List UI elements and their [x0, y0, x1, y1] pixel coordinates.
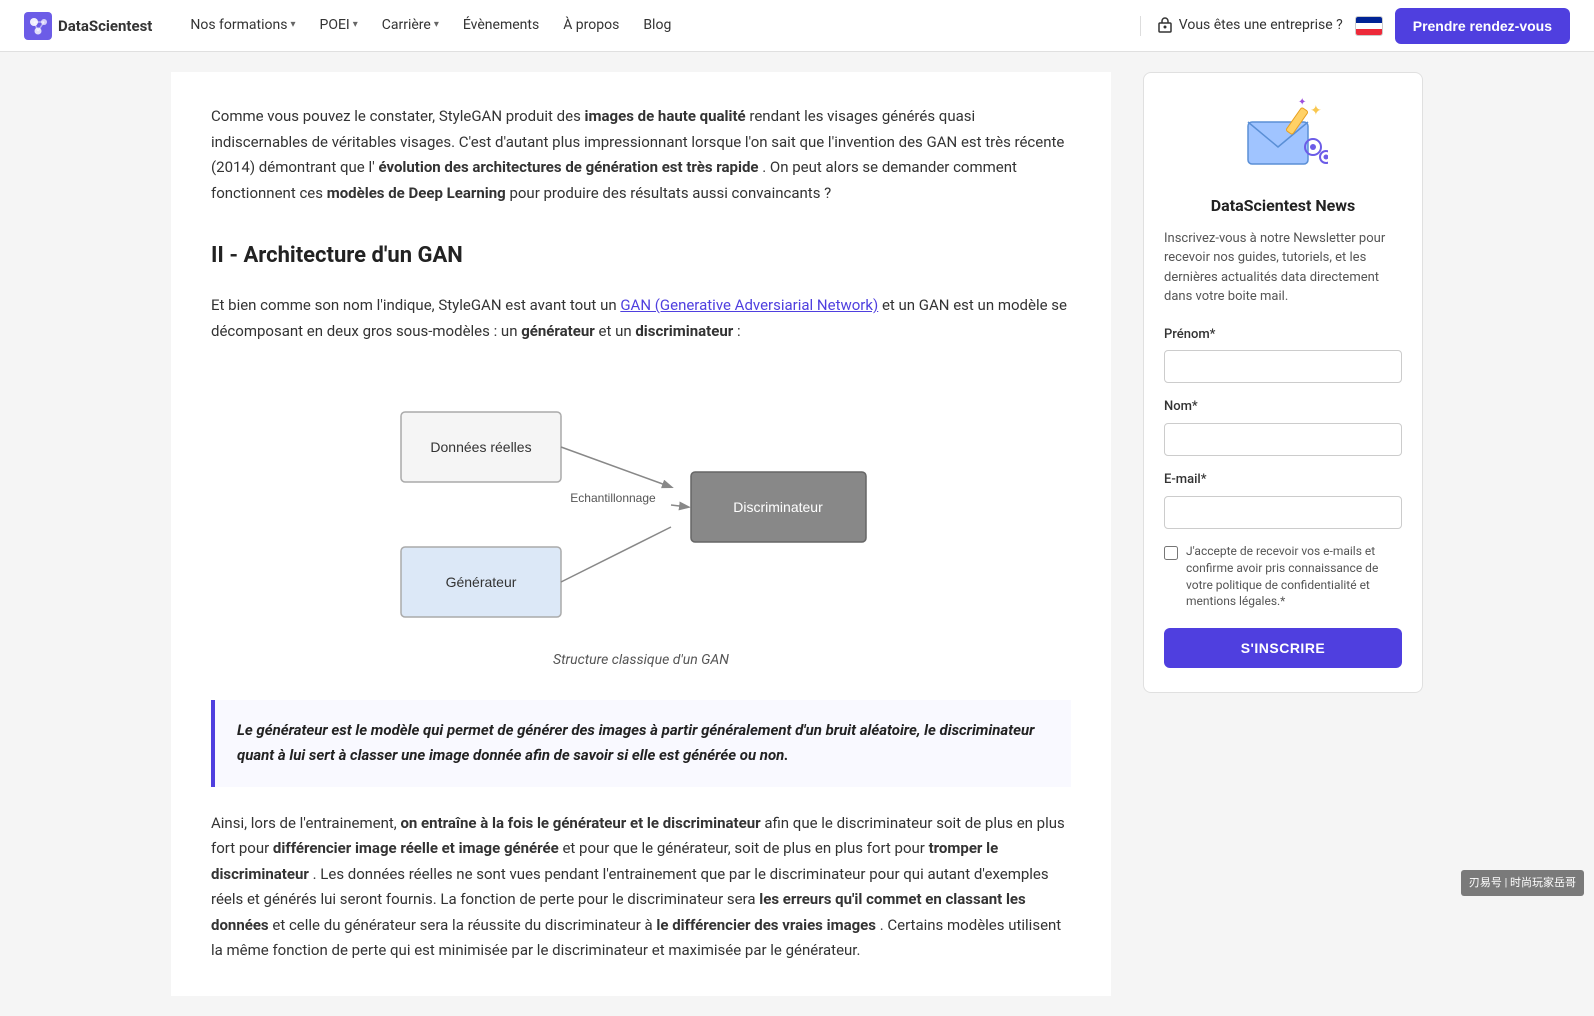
quote-block: Le générateur est le modèle qui permet d…	[211, 700, 1071, 787]
b-text-5: et celle du générateur sera la réussite …	[272, 916, 656, 934]
s2-bold-1: générateur	[521, 322, 595, 340]
nav-apropos[interactable]: À propos	[553, 8, 629, 42]
s2-bold-2: discriminateur	[635, 322, 733, 340]
quote-text: Le générateur est le modèle qui permet d…	[237, 721, 1034, 765]
section2-title: II - Architecture d'un GAN	[211, 238, 1071, 273]
b-text-3: et pour que le générateur, soit de plus …	[562, 839, 928, 857]
navbar: DataScientest Nos formations ▾ POEI ▾ Ca…	[0, 0, 1594, 52]
page-wrapper: Comme vous pouvez le constater, StyleGAN…	[147, 52, 1447, 1016]
poei-chevron-icon: ▾	[353, 17, 358, 33]
intro-paragraph: Comme vous pouvez le constater, StyleGAN…	[211, 104, 1071, 206]
nav-poei[interactable]: POEI ▾	[310, 8, 368, 42]
carriere-chevron-icon: ▾	[434, 17, 439, 33]
email-input[interactable]	[1164, 496, 1402, 529]
newsletter-icon-area: ✦ ✦	[1164, 97, 1402, 177]
s2-text-3: et un	[598, 322, 635, 340]
nav-right: Vous êtes une entreprise ? Prendre rende…	[1157, 8, 1570, 44]
enterprise-icon	[1157, 17, 1173, 33]
prenom-label: Prénom*	[1164, 325, 1402, 346]
nav-evenements[interactable]: Évènements	[453, 8, 549, 42]
diagram-caption: Structure classique d'un GAN	[553, 649, 729, 671]
consent-label: J'accepte de recevoir vos e-mails et con…	[1186, 543, 1402, 610]
nom-group: Nom*	[1164, 397, 1402, 456]
b-bold-1: on entraîne à la fois le générateur et l…	[400, 814, 760, 832]
intro-bold-1: images de haute qualité	[585, 107, 746, 125]
consent-group: J'accepte de recevoir vos e-mails et con…	[1164, 543, 1402, 610]
email-label: E-mail*	[1164, 470, 1402, 491]
logo[interactable]: DataScientest	[24, 12, 152, 40]
cta-button[interactable]: Prendre rendez-vous	[1395, 8, 1570, 44]
logo-text: DataScientest	[58, 14, 152, 38]
svg-text:Echantillonnage: Echantillonnage	[570, 491, 656, 505]
sidebar: ✦ ✦ DataScientest News Inscrivez-vous à …	[1143, 72, 1423, 996]
nav-divider	[1140, 16, 1141, 36]
b-bold-2: différencier image réelle et image génér…	[273, 839, 559, 857]
bottom-paragraph: Ainsi, lors de l'entrainement, on entraî…	[211, 811, 1071, 964]
subscribe-button[interactable]: S'INSCRIRE	[1164, 628, 1402, 668]
diagram-svg: Données réelles Générateur Discriminateu…	[381, 372, 901, 639]
nav-formations[interactable]: Nos formations ▾	[180, 8, 305, 42]
nom-label: Nom*	[1164, 397, 1402, 418]
consent-checkbox[interactable]	[1164, 546, 1178, 560]
nav-enterprise[interactable]: Vous êtes une entreprise ?	[1157, 14, 1343, 36]
language-flag[interactable]	[1355, 16, 1383, 36]
flag-red	[1356, 29, 1382, 35]
svg-text:Générateur: Générateur	[446, 574, 517, 590]
intro-bold-3: modèles de Deep Learning	[327, 184, 506, 202]
nom-input[interactable]	[1164, 423, 1402, 456]
newsletter-title: DataScientest News	[1164, 193, 1402, 219]
newsletter-illustration: ✦ ✦	[1238, 97, 1328, 177]
email-group: E-mail*	[1164, 470, 1402, 529]
section2-paragraph: Et bien comme son nom l'indique, StyleGA…	[211, 293, 1071, 344]
main-content: Comme vous pouvez le constater, StyleGAN…	[171, 72, 1111, 996]
prenom-group: Prénom*	[1164, 325, 1402, 384]
intro-text-4: pour produire des résultats aussi convai…	[509, 184, 831, 202]
intro-bold-2: évolution des architectures de génératio…	[378, 158, 758, 176]
b-text-1: Ainsi, lors de l'entrainement,	[211, 814, 400, 832]
formations-chevron-icon: ▾	[290, 17, 295, 33]
newsletter-card: ✦ ✦ DataScientest News Inscrivez-vous à …	[1143, 72, 1423, 693]
svg-text:✦: ✦	[1298, 97, 1306, 108]
svg-text:Discriminateur: Discriminateur	[733, 499, 823, 515]
s2-text-4: :	[737, 322, 741, 340]
nav-items: Nos formations ▾ POEI ▾ Carrière ▾ Évène…	[180, 8, 1123, 42]
svg-text:✦: ✦	[1310, 103, 1322, 119]
gan-link[interactable]: GAN (Generative Adversiarial Network)	[620, 296, 878, 314]
intro-text-1: Comme vous pouvez le constater, StyleGAN…	[211, 107, 585, 125]
b-bold-5: le différencier des vraies images	[656, 916, 876, 934]
watermark: 刃易号 | 时尚玩家岳哥	[1461, 870, 1584, 896]
nav-carriere[interactable]: Carrière ▾	[372, 8, 449, 42]
diagram-container: Données réelles Générateur Discriminateu…	[211, 372, 1071, 671]
nav-blog[interactable]: Blog	[633, 8, 681, 42]
prenom-input[interactable]	[1164, 350, 1402, 383]
svg-text:Données réelles: Données réelles	[430, 439, 531, 455]
newsletter-description: Inscrivez-vous à notre Newsletter pour r…	[1164, 229, 1402, 307]
logo-icon	[24, 12, 52, 40]
s2-text-1: Et bien comme son nom l'indique, StyleGA…	[211, 296, 620, 314]
